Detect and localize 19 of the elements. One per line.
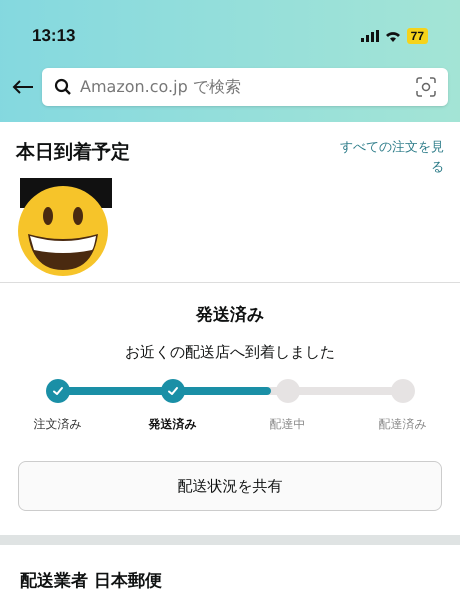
step-label: 配達中 [270, 416, 306, 433]
back-arrow-icon[interactable] [12, 79, 34, 95]
wifi-icon [384, 30, 401, 42]
status-message: お近くの配送店へ到着しました [125, 342, 335, 362]
battery-indicator: 77 [406, 28, 428, 44]
share-status-button[interactable]: 配送状況を共有 [18, 461, 442, 511]
shipment-status: 発送済み [196, 304, 264, 327]
delivery-title: 本日到着予定 [16, 140, 130, 165]
search-field[interactable]: Amazon.co.jp で検索 [42, 68, 448, 106]
step-label: 発送済み [148, 416, 196, 433]
search-input[interactable]: Amazon.co.jp で検索 [80, 75, 408, 99]
step-label: 配達済み [378, 416, 426, 433]
status-time: 13:13 [32, 25, 76, 48]
signal-icon [360, 30, 379, 42]
step-label: 注文済み [34, 416, 82, 433]
carrier-title: 配送業者 日本郵便 [20, 571, 162, 591]
camera-scan-icon[interactable] [416, 77, 436, 97]
all-orders-link[interactable]: すべての注文を見る [336, 138, 444, 178]
search-icon [54, 78, 72, 96]
